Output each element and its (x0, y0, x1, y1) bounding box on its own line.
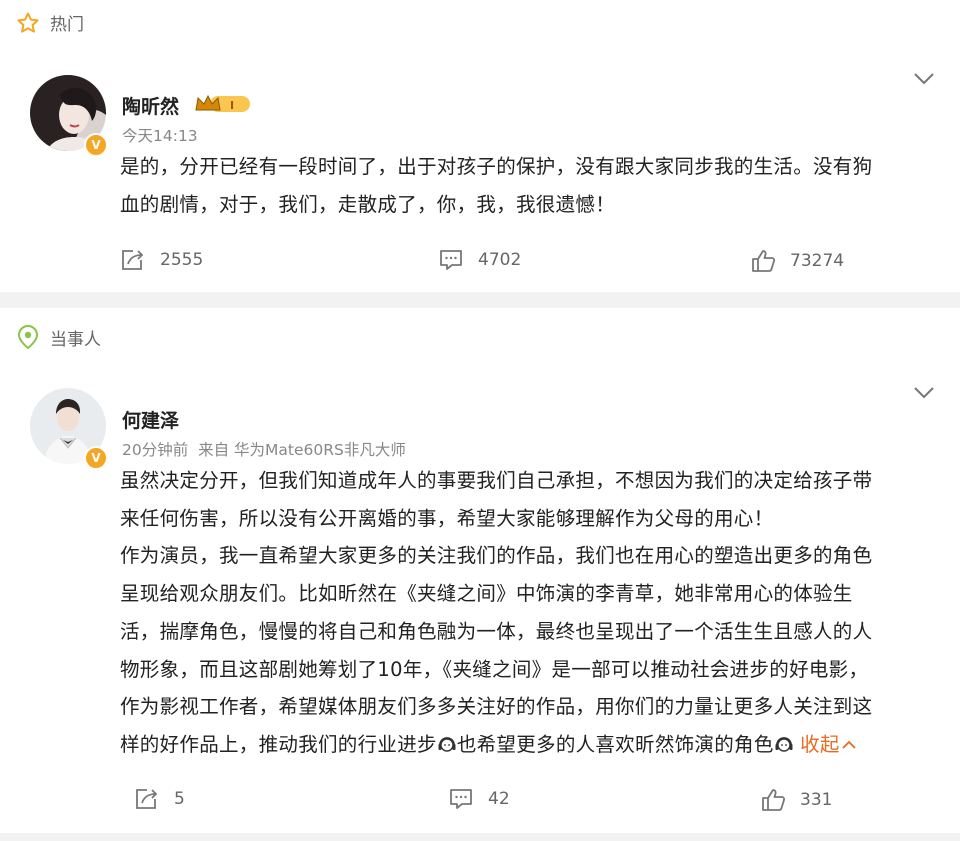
post-tag-label: 当事人 (50, 329, 101, 350)
star-outline-icon (17, 12, 39, 33)
like-count: 331 (800, 790, 833, 810)
post-card-1: 热门 V 陶昕然 I 今天14:13 是的，分开已经有一段时间了，出于对孩子的保… (0, 0, 960, 292)
like-count: 73274 (790, 251, 845, 271)
share-count: 5 (174, 789, 185, 809)
content-line: 来任何伤害，所以没有公开离婚的事，希望大家能够理解作为父母的用心！ (120, 506, 774, 530)
post-meta: 20分钟前 来自 华为Mate60RS非凡大师 (122, 438, 406, 460)
author-name[interactable]: 陶昕然 (122, 92, 179, 119)
content-text: 也希望更多的人喜欢昕然饰演的角色 (456, 732, 774, 756)
comment-icon (440, 250, 462, 270)
post-time: 20分钟前 (122, 441, 189, 459)
collapse-label: 收起 (800, 732, 840, 756)
share-button[interactable]: 2555 (120, 248, 203, 272)
like-button[interactable]: 331 (760, 787, 832, 813)
post-tag-label: 热门 (50, 15, 84, 35)
share-icon (122, 250, 144, 270)
content-text: 样的好作品上，推动我们的行业进步 (120, 732, 437, 756)
post-source[interactable]: 华为Mate60RS非凡大师 (234, 441, 406, 459)
chevron-down-icon[interactable] (913, 72, 935, 86)
share-button[interactable]: 5 (134, 787, 185, 811)
comment-count: 4702 (478, 250, 522, 270)
share-icon (136, 789, 158, 809)
source-prefix: 来自 (198, 441, 230, 459)
chevron-down-icon[interactable] (913, 386, 935, 400)
content-line: 是的，分开已经有一段时间了，出于对孩子的保护，没有跟大家同步我的生活。没有狗 (120, 155, 873, 178)
share-count: 2555 (160, 250, 204, 270)
comment-count: 42 (488, 789, 510, 809)
content-line: 物形象，而且这部剧她筹划了10年，《夹缝之间》是一部可以推动社会进步的好电影， (120, 657, 869, 681)
headphones-face-emoji-icon (438, 737, 456, 752)
post-time: 今天14:13 (122, 127, 198, 145)
location-pin-icon (17, 324, 39, 350)
comment-button[interactable]: 4702 (438, 248, 521, 272)
content-line-last: 样的好作品上，推动我们的行业进步 也希望更多的人喜欢昕然饰演的角色 收起 (120, 726, 940, 764)
content-line: 虽然决定分开，但我们知道成年人的事要我们自己承担，不想因为我们的决定给孩子带 (120, 469, 873, 492)
like-button[interactable]: 73274 (750, 248, 844, 274)
content-line: 呈现给观众朋友们。比如昕然在《夹缝之间》中饰演的李青草，她非常用心的体验生 (120, 582, 853, 606)
thumbs-up-icon (762, 789, 786, 811)
post-content: 虽然决定分开，但我们知道成年人的事要我们自己承担，不想因为我们的决定给孩子带 来… (120, 462, 940, 764)
comment-icon (450, 789, 472, 809)
author-name[interactable]: 何建泽 (122, 406, 179, 433)
chevron-up-icon (842, 740, 856, 749)
content-line: 作为演员，我一直希望大家更多的关注我们的作品，我们也在用心的塑造出更多的角色 (120, 544, 873, 568)
post-content: 是的，分开已经有一段时间了，出于对孩子的保护，没有跟大家同步我的生活。没有狗 血… (120, 148, 940, 223)
member-level-text: I (230, 99, 234, 112)
post-tag-party: 当事人 (16, 324, 101, 350)
comment-button[interactable]: 42 (448, 787, 510, 811)
member-crown-badge-icon[interactable]: I (194, 92, 252, 116)
thumbs-up-icon (752, 250, 776, 272)
content-line: 活，揣摩角色，慢慢的将自己和角色融为一体，最终也呈现出了一个活生生且感人的人 (120, 619, 873, 643)
content-line: 作为影视工作者，希望媒体朋友们多多关注好的作品，用你们的力量让更多人关注到这 (120, 695, 873, 719)
headphones-face-emoji-icon (775, 737, 793, 752)
verified-badge-icon: V (84, 446, 108, 470)
post-card-2: 当事人 V 何建泽 20分钟前 来自 华为Mate60RS非凡大师 虽然决定分开… (0, 308, 960, 833)
content-line: 血的剧情，对于，我们，走散成了，你，我，我很遗憾！ (120, 192, 616, 216)
verified-badge-icon: V (84, 133, 108, 157)
collapse-link[interactable]: 收起 (800, 733, 856, 756)
post-tag-hot: 热门 (16, 10, 84, 35)
